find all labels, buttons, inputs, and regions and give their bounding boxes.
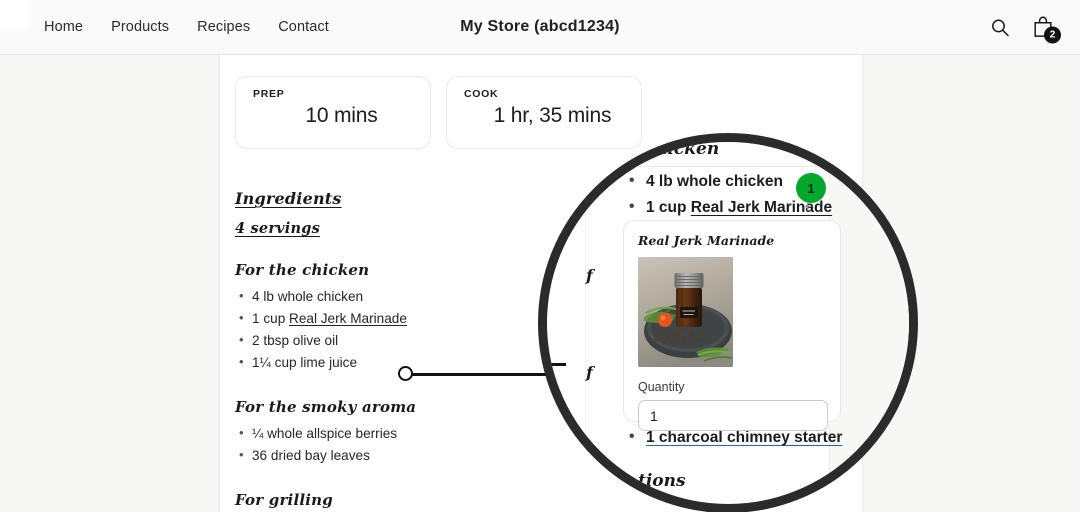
prep-time-card: PREP 10 mins [235, 76, 431, 149]
product-link-real-jerk-marinade[interactable]: Real Jerk Marinade [289, 311, 407, 326]
magnified-leader-stub [547, 363, 566, 366]
search-icon[interactable] [990, 17, 1010, 37]
cart-count-badge: 2 [1044, 26, 1061, 44]
topbar-actions: 2 [990, 16, 1061, 44]
quantity-label: Quantity [638, 380, 685, 394]
prep-label: PREP [253, 88, 285, 100]
cook-label: COOK [464, 88, 499, 100]
top-navigation-bar: Home Products Recipes Contact My Store (… [0, 0, 1080, 55]
cook-time-card: COOK 1 hr, 35 mins [446, 76, 642, 149]
nav-item-contact[interactable]: Contact [278, 19, 329, 35]
magnified-chimney-link[interactable]: 1 charcoal chimney starter [646, 429, 842, 446]
left-rail [0, 55, 219, 512]
shopping-bag-icon[interactable]: 2 [1032, 16, 1061, 44]
occluded-heading-letter-1: f [586, 266, 593, 285]
prep-value: 10 mins [305, 104, 378, 127]
time-cards: PREP 10 mins COOK 1 hr, 35 mins [235, 76, 642, 149]
magnified-list-item-chimney: 1 charcoal chimney starter [629, 428, 842, 447]
ingredient-qty: 1 cup [252, 311, 290, 326]
occluded-heading-letter-2: f [586, 363, 593, 382]
jar-of-marinade-image [638, 257, 733, 367]
cook-value: 1 hr, 35 mins [493, 104, 612, 127]
magnified-instructions-heading: tions [638, 471, 686, 491]
magnifier-content: e chicken 4 lb whole chicken 1 cup Real … [547, 139, 909, 504]
product-image [638, 257, 733, 367]
magnified-group-heading: e chicken [628, 139, 720, 159]
magnifier-zoom-circle: e chicken 4 lb whole chicken 1 cup Real … [538, 133, 918, 512]
popup-product-title: Real Jerk Marinade [638, 233, 775, 248]
app-root: Home Products Recipes Contact My Store (… [0, 0, 1080, 512]
quantity-input[interactable]: 1 [638, 400, 828, 431]
callout-marker-dot [398, 366, 413, 381]
product-popup-card: Real Jerk Marinade Quantity 1 [623, 220, 841, 431]
magnified-panel-divider [585, 142, 586, 504]
magnified-page-bg [829, 142, 909, 504]
main-nav: Home Products Recipes Contact [44, 19, 329, 35]
magnified-qty: 1 cup [646, 199, 691, 216]
quantity-badge: 1 [796, 173, 826, 203]
magnified-list-item-chicken: 4 lb whole chicken [629, 172, 783, 191]
nav-item-recipes[interactable]: Recipes [197, 19, 250, 35]
nav-item-products[interactable]: Products [111, 19, 169, 35]
callout-leader-line [412, 372, 557, 376]
nav-item-home[interactable]: Home [44, 19, 83, 35]
page-body: PREP 10 mins COOK 1 hr, 35 mins Ingredie… [0, 55, 1080, 512]
